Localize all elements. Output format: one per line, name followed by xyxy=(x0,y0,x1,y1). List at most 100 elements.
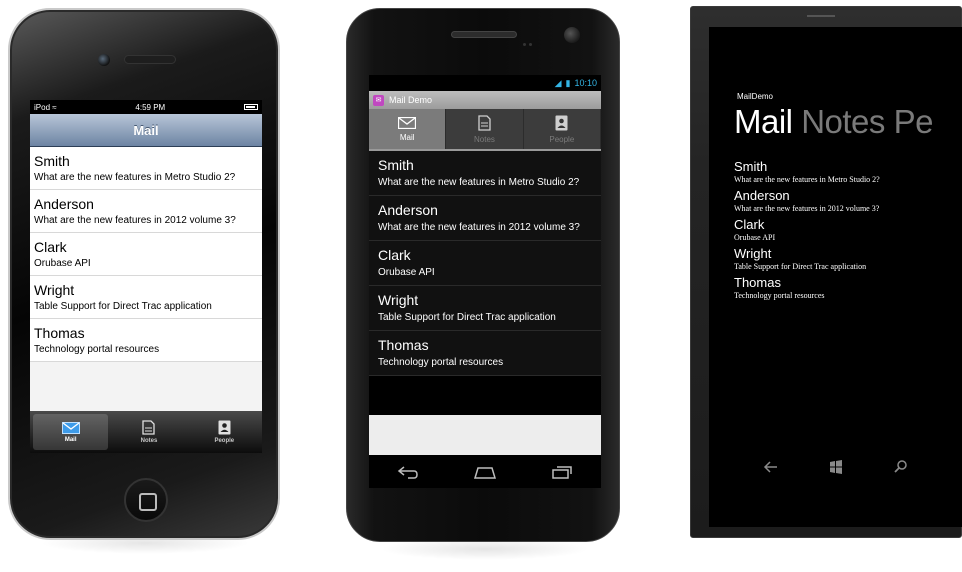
mail-subject: Technology portal resources xyxy=(734,291,825,300)
mail-list-item[interactable]: Smith What are the new features in Metro… xyxy=(369,151,601,196)
tab-label: Mail xyxy=(64,436,77,443)
mail-sender: Anderson xyxy=(34,196,94,212)
mail-list-item[interactable]: Wright Table Support for Direct Trac app… xyxy=(734,246,962,272)
app-title: MailDemo xyxy=(737,92,774,101)
mail-sender: Thomas xyxy=(734,275,781,290)
tab-label: People xyxy=(549,134,575,144)
mail-sender: Anderson xyxy=(378,202,438,218)
tab-strip: Mail Notes People xyxy=(369,109,601,151)
mail-subject: Table Support for Direct Trac applicatio… xyxy=(34,301,212,312)
home-button[interactable] xyxy=(124,478,168,522)
iphone-screen: iPod ≈ 4:59 PM Mail Smith What are the n… xyxy=(30,100,262,453)
back-icon[interactable] xyxy=(763,460,779,474)
tab-mail[interactable]: Mail xyxy=(33,414,109,450)
mail-list-item[interactable]: Thomas Technology portal resources xyxy=(30,319,262,362)
earpiece-speaker xyxy=(451,31,517,38)
recent-apps-icon[interactable] xyxy=(550,465,574,479)
mail-sender: Smith xyxy=(378,157,414,173)
mail-list-item[interactable]: Anderson What are the new features in 20… xyxy=(30,190,262,233)
mail-subject: Orubase API xyxy=(378,267,435,278)
mail-subject: What are the new features in 2012 volume… xyxy=(34,215,236,226)
status-bar: iPod ≈ 4:59 PM xyxy=(30,100,262,114)
mail-list-item[interactable]: Smith What are the new features in Metro… xyxy=(734,159,962,185)
windows-logo-icon[interactable] xyxy=(828,459,844,475)
android-screen: ◢ ▮ 10:10 ✉ Mail Demo Mail Notes People … xyxy=(369,75,601,488)
tab-people[interactable]: People xyxy=(187,411,262,453)
pivot-item-mail[interactable]: Mail xyxy=(734,103,793,140)
tab-bar: Mail Notes People xyxy=(30,411,262,453)
app-title: Mail Demo xyxy=(389,95,433,105)
mail-sender: Wright xyxy=(734,246,772,261)
mail-sender: Clark xyxy=(34,239,67,255)
mail-list-item[interactable]: Wright Table Support for Direct Trac app… xyxy=(369,286,601,331)
mail-list-item[interactable]: Anderson What are the new features in 20… xyxy=(369,196,601,241)
mail-sender: Anderson xyxy=(734,188,790,203)
mail-sender: Smith xyxy=(34,153,70,169)
mail-subject: Table Support for Direct Trac applicatio… xyxy=(734,262,867,271)
mail-list-item[interactable]: Smith What are the new features in Metro… xyxy=(30,147,262,190)
notes-icon xyxy=(142,420,156,435)
status-time: 4:59 PM xyxy=(135,102,166,112)
search-icon[interactable] xyxy=(893,459,909,475)
mail-sender: Wright xyxy=(34,282,75,298)
mail-subject: What are the new features in Metro Studi… xyxy=(34,172,236,183)
mail-subject: Technology portal resources xyxy=(378,357,504,368)
hardware-navigation-bar xyxy=(709,452,962,482)
mail-subject: Table Support for Direct Trac applicatio… xyxy=(378,312,556,323)
mail-list-item[interactable]: Clark Orubase API xyxy=(30,233,262,276)
battery-icon: ▮ xyxy=(565,77,571,88)
mail-list-item[interactable]: Thomas Technology portal resources xyxy=(734,275,962,301)
earpiece-speaker xyxy=(124,55,176,64)
pivot-item-notes[interactable]: Notes xyxy=(801,103,885,140)
tab-notes[interactable]: Notes xyxy=(111,411,186,453)
people-icon xyxy=(555,115,568,130)
tab-people[interactable]: People xyxy=(524,109,601,149)
carrier-label: iPod ≈ xyxy=(34,102,57,112)
windows-phone-device: MailDemo Mail Notes Pe Smith What are th… xyxy=(690,6,962,538)
camera-icon xyxy=(98,54,110,66)
mail-list: Smith What are the new features in Metro… xyxy=(30,147,262,362)
mail-sender: Thomas xyxy=(378,337,429,353)
people-icon xyxy=(218,420,231,435)
iphone-device: iPod ≈ 4:59 PM Mail Smith What are the n… xyxy=(8,8,280,540)
camera-icon xyxy=(564,27,580,43)
mail-list-item[interactable]: Thomas Technology portal resources xyxy=(369,331,601,376)
mail-list-item[interactable]: Anderson What are the new features in 20… xyxy=(734,188,962,214)
wifi-icon: ≈ xyxy=(52,102,57,112)
mail-subject: What are the new features in Metro Studi… xyxy=(378,177,580,188)
mail-sender: Clark xyxy=(378,247,411,263)
mail-list: Smith What are the new features in Metro… xyxy=(369,151,601,376)
mail-list: Smith What are the new features in Metro… xyxy=(734,159,962,304)
sensor-dots xyxy=(523,33,543,46)
empty-area xyxy=(369,415,601,455)
page-title: Mail xyxy=(133,122,159,138)
status-time: 10:10 xyxy=(574,78,597,88)
mail-subject: What are the new features in 2012 volume… xyxy=(734,204,880,213)
mail-subject: Orubase API xyxy=(734,233,776,242)
system-navigation-bar xyxy=(369,455,601,488)
pivot-header: Mail Notes Pe xyxy=(734,103,933,141)
earpiece-speaker xyxy=(807,15,835,17)
tab-label: Mail xyxy=(399,132,415,142)
tab-label: People xyxy=(214,438,235,444)
mail-list-item[interactable]: Clark Orubase API xyxy=(369,241,601,286)
pivot-item-people[interactable]: Pe xyxy=(894,103,934,140)
mail-list-item[interactable]: Wright Table Support for Direct Trac app… xyxy=(30,276,262,319)
mail-sender: Wright xyxy=(378,292,419,308)
mail-sender: Clark xyxy=(734,217,765,232)
mail-list-item[interactable]: Clark Orubase API xyxy=(734,217,962,243)
mail-subject: What are the new features in 2012 volume… xyxy=(378,222,580,233)
app-icon: ✉ xyxy=(373,94,384,106)
action-bar: ✉ Mail Demo xyxy=(369,91,601,109)
battery-icon xyxy=(244,104,258,110)
back-icon[interactable] xyxy=(396,465,420,479)
mail-icon xyxy=(398,116,417,129)
windows-phone-screen: MailDemo Mail Notes Pe Smith What are th… xyxy=(709,27,962,527)
mail-sender: Smith xyxy=(734,159,768,174)
home-icon[interactable] xyxy=(473,465,497,479)
notes-icon xyxy=(478,114,491,131)
tab-notes[interactable]: Notes xyxy=(446,109,524,149)
tab-mail[interactable]: Mail xyxy=(369,109,447,149)
tab-label: Notes xyxy=(140,438,158,444)
mail-icon xyxy=(61,421,80,434)
